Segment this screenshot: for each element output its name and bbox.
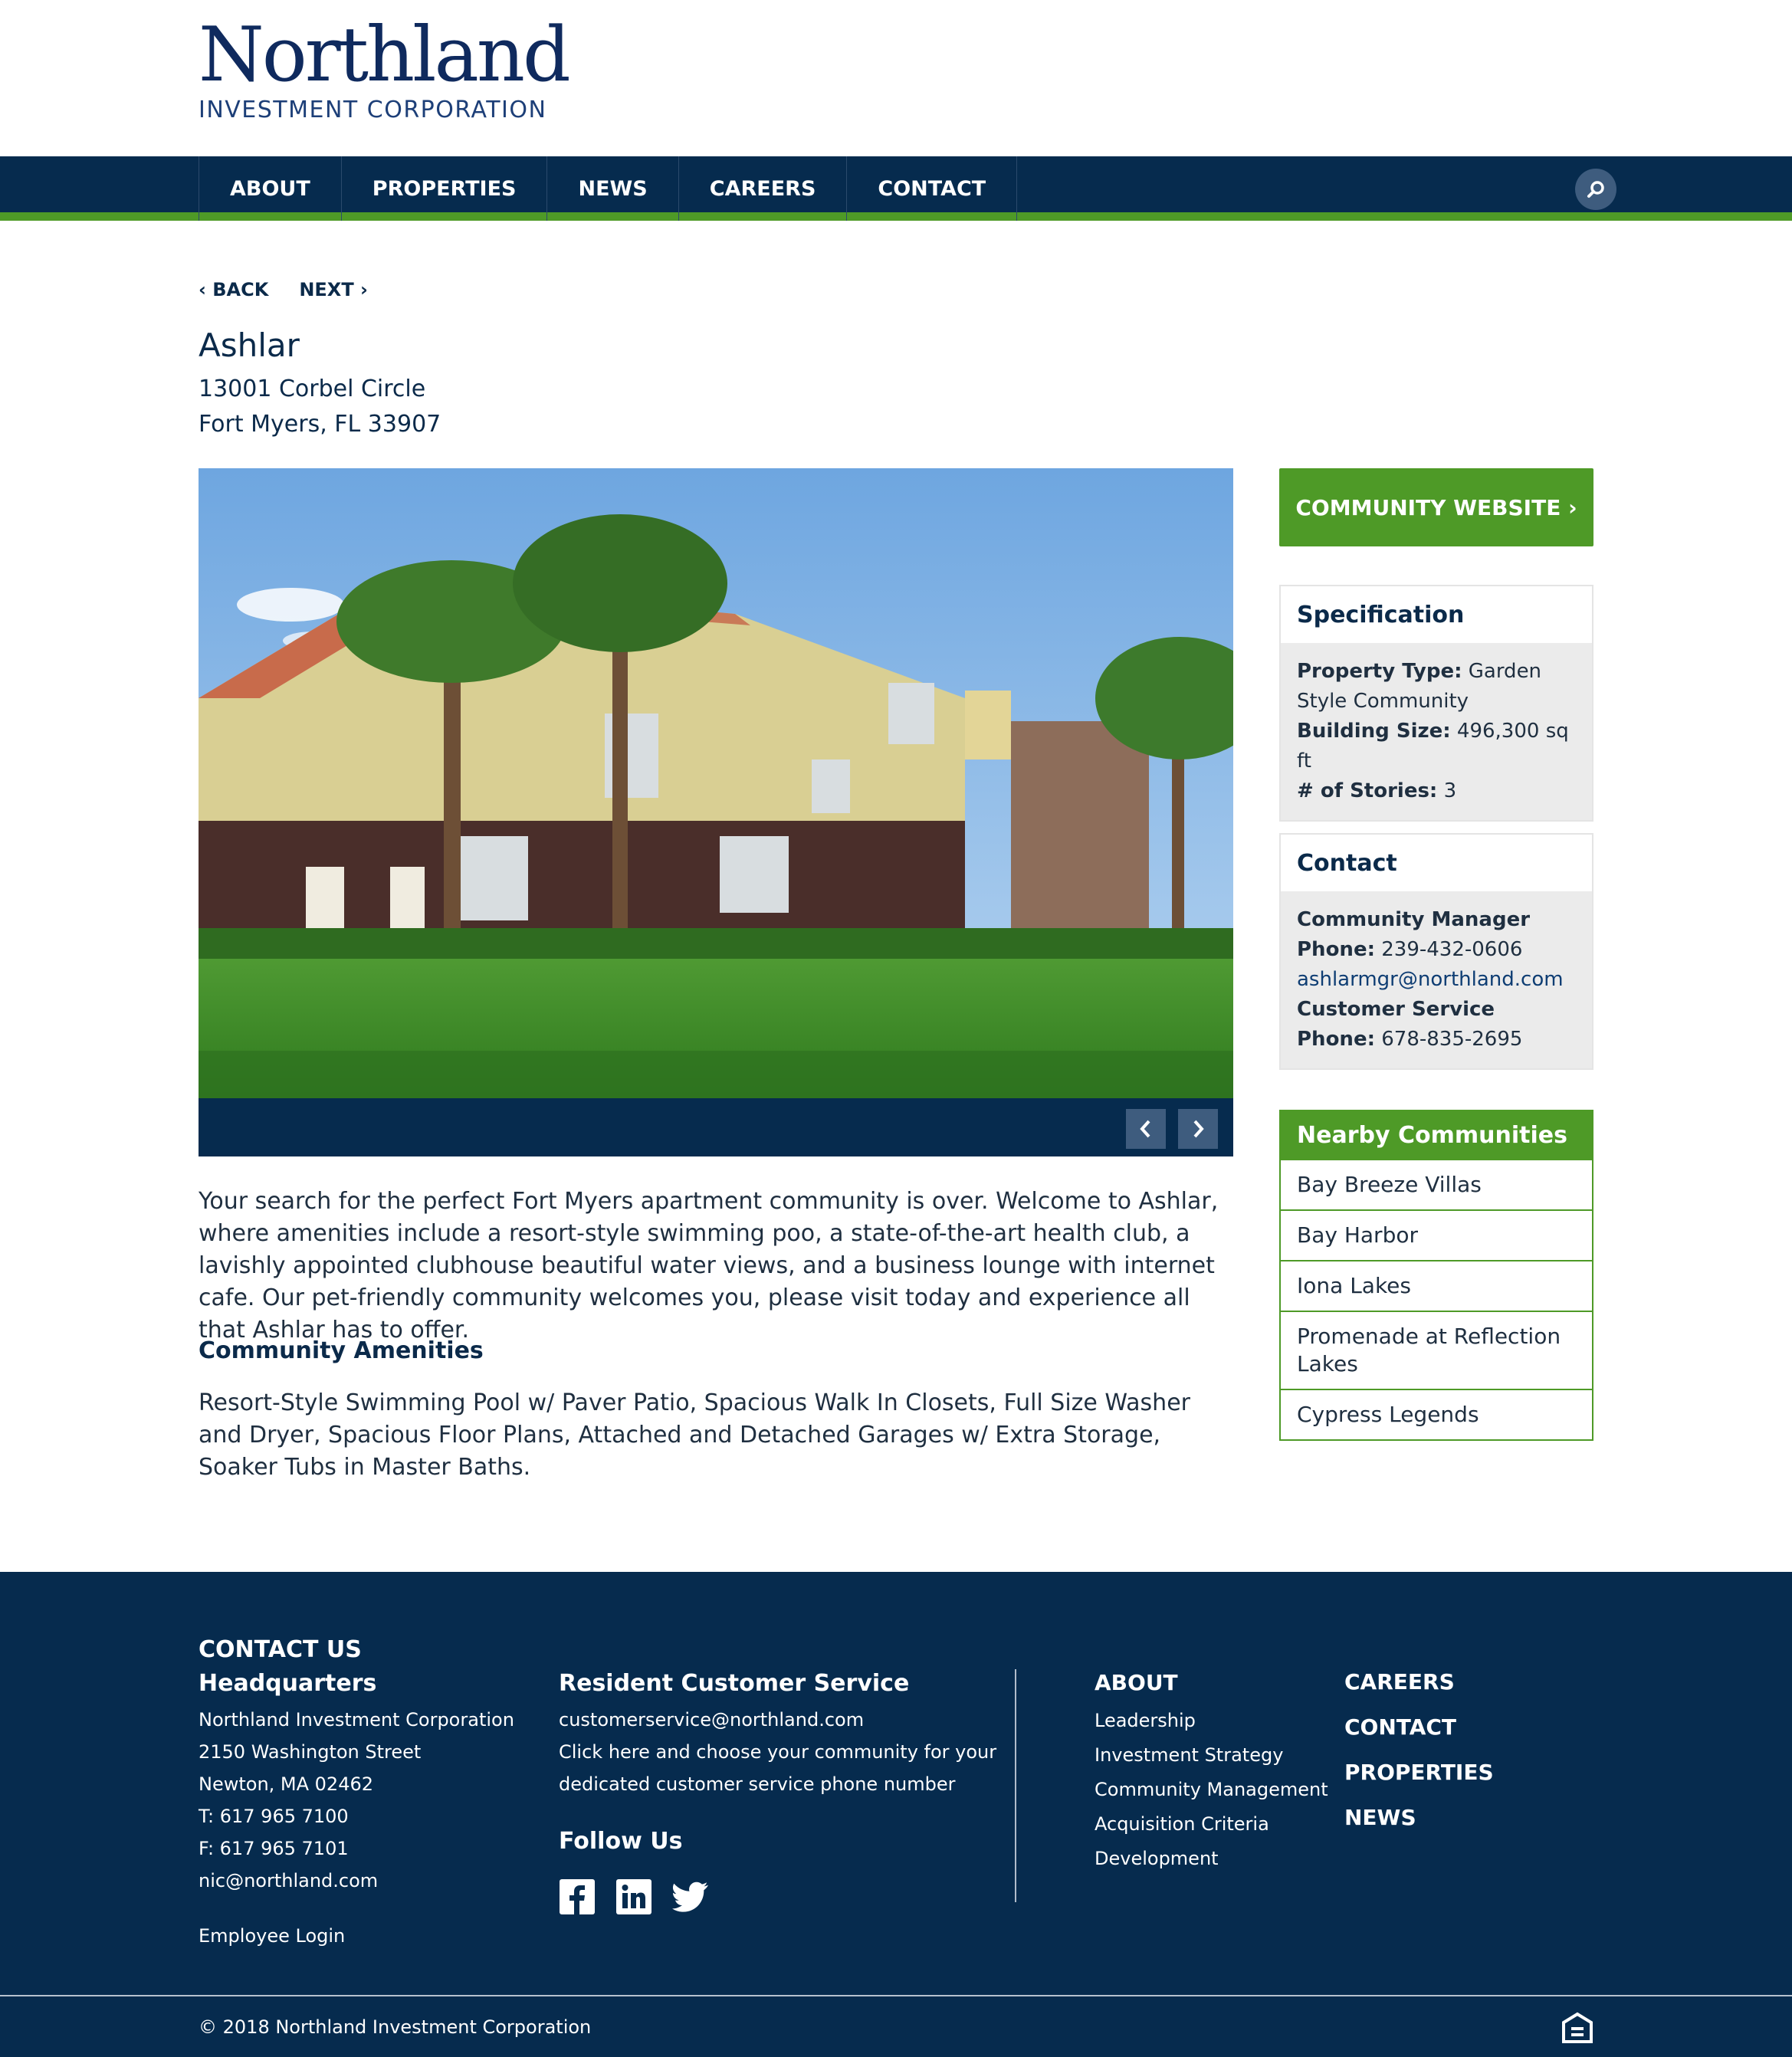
footer-about-sublink[interactable]: Development (1095, 1842, 1328, 1876)
equal-housing-icon (1562, 2012, 1593, 2043)
nearby-community-link[interactable]: Iona Lakes (1281, 1260, 1592, 1311)
footer-rcs-email-link[interactable]: customerservice@northland.com (559, 1704, 996, 1736)
copyright: © 2018 Northland Investment Corporation (199, 2016, 592, 2038)
footer-hq-heading: Headquarters (199, 1670, 377, 1697)
footer-bottom-divider (0, 1995, 1792, 1996)
nearby-community-link[interactable]: Promenade at Reflection Lakes (1281, 1311, 1592, 1389)
footer-divider (1015, 1669, 1016, 1902)
contact-heading: Contact (1281, 835, 1592, 891)
nearby-communities-heading: Nearby Communities (1281, 1111, 1592, 1159)
manager-email-link[interactable]: ashlarmgr@northland.com (1297, 965, 1576, 995)
back-link[interactable]: ‹ BACK (199, 279, 268, 300)
next-link[interactable]: NEXT › (299, 279, 368, 300)
cs-phone-label: Phone: (1297, 1028, 1375, 1051)
footer-hq-line: 2150 Washington Street (199, 1741, 422, 1763)
footer-about-sublink[interactable]: Investment Strategy (1095, 1738, 1328, 1773)
photo-prev-button[interactable] (1126, 1109, 1166, 1149)
footer-follow-heading: Follow Us (559, 1828, 683, 1855)
property-type-label: Property Type: (1297, 660, 1462, 683)
chevron-right-icon (1193, 1120, 1204, 1138)
manager-phone-label: Phone: (1297, 938, 1375, 961)
community-website-button[interactable]: COMMUNITY WEBSITE › (1279, 468, 1593, 546)
specification-heading: Specification (1281, 586, 1592, 643)
property-address-line2: Fort Myers, FL 33907 (199, 411, 441, 438)
nav-item-properties[interactable]: PROPERTIES (342, 156, 548, 221)
equal-housing-logo (1561, 2012, 1593, 2047)
facebook-icon (560, 1879, 595, 1914)
search-icon (1587, 181, 1604, 198)
footer-about-sublink[interactable]: Community Management (1095, 1773, 1328, 1807)
nearby-community-link[interactable]: Cypress Legends (1281, 1389, 1592, 1439)
twitter-icon (672, 1881, 709, 1912)
property-title: Ashlar (199, 326, 300, 364)
nav-item-careers[interactable]: CAREERS (679, 156, 848, 221)
contact-panel: Contact Community Manager Phone: 239-432… (1279, 833, 1593, 1070)
amenities-heading: Community Amenities (199, 1337, 484, 1364)
footer-hq-line: Northland Investment Corporation (199, 1709, 514, 1731)
linkedin-link[interactable] (615, 1878, 652, 1915)
property-photo-illustration (199, 468, 1233, 1098)
nav-item-news[interactable]: NEWS (547, 156, 679, 221)
main-nav: ABOUT PROPERTIES NEWS CAREERS CONTACT (0, 156, 1792, 221)
specification-panel: Specification Property Type: Garden Styl… (1279, 585, 1593, 822)
pager: ‹ BACK NEXT › (199, 279, 368, 300)
footer-hq-line: F: 617 965 7101 (199, 1838, 349, 1859)
footer-contact-us: CONTACT US (199, 1636, 362, 1663)
logo-wordmark: Northland (199, 11, 571, 99)
specification-body: Property Type: Garden Style Community Bu… (1281, 643, 1592, 820)
footer-contact-link[interactable]: CONTACT (1344, 1704, 1494, 1750)
footer-rcs-line[interactable]: dedicated customer service phone number (559, 1768, 996, 1800)
footer-news-link[interactable]: NEWS (1344, 1795, 1494, 1840)
footer-rcs-line[interactable]: Click here and choose your community for… (559, 1736, 996, 1768)
footer-rcs-heading: Resident Customer Service (559, 1670, 910, 1697)
nav-item-about[interactable]: ABOUT (199, 156, 342, 221)
footer-hq-email-link[interactable]: nic@northland.com (199, 1865, 514, 1897)
footer-about-sublink[interactable]: Leadership (1095, 1704, 1328, 1738)
footer-about-link[interactable]: ABOUT (1095, 1670, 1178, 1695)
footer-about-links: Leadership Investment Strategy Community… (1095, 1704, 1328, 1876)
search-button[interactable] (1575, 169, 1616, 210)
footer-hq-line: T: 617 965 7100 (199, 1806, 349, 1827)
contact-body: Community Manager Phone: 239-432-0606 as… (1281, 891, 1592, 1068)
social-links (559, 1878, 709, 1915)
linkedin-icon (616, 1879, 651, 1914)
stories-value: 3 (1437, 779, 1457, 802)
footer-properties-link[interactable]: PROPERTIES (1344, 1750, 1494, 1795)
property-address-line1: 13001 Corbel Circle (199, 376, 426, 402)
photo-next-button[interactable] (1178, 1109, 1218, 1149)
footer-careers-link[interactable]: CAREERS (1344, 1659, 1494, 1704)
logo-subtitle: INVESTMENT CORPORATION (199, 97, 547, 123)
stories-label: # of Stories: (1297, 779, 1438, 802)
facebook-link[interactable] (559, 1878, 596, 1915)
community-manager-label: Community Manager (1297, 908, 1531, 931)
photo-controls (199, 1098, 1233, 1156)
property-photo (199, 468, 1233, 1098)
chevron-left-icon (1140, 1120, 1150, 1138)
footer-hq-line: Newton, MA 02462 (199, 1773, 374, 1795)
customer-service-label: Customer Service (1297, 998, 1495, 1021)
amenities-text: Resort-Style Swimming Pool w/ Paver Pati… (199, 1389, 1190, 1481)
nearby-communities-panel: Nearby Communities Bay Breeze Villas Bay… (1279, 1110, 1593, 1441)
nav-item-contact[interactable]: CONTACT (847, 156, 1018, 221)
nav-items: ABOUT PROPERTIES NEWS CAREERS CONTACT (199, 156, 1018, 221)
property-description: Your search for the perfect Fort Myers a… (199, 1188, 1219, 1343)
footer-right-links: CAREERS CONTACT PROPERTIES NEWS (1344, 1669, 1494, 1840)
twitter-link[interactable] (672, 1878, 709, 1915)
footer-rcs-body: customerservice@northland.com Click here… (559, 1704, 996, 1800)
nearby-community-link[interactable]: Bay Harbor (1281, 1209, 1592, 1260)
footer: CONTACT US Headquarters Northland Invest… (0, 1572, 1792, 2057)
footer-hq-address: Northland Investment Corporation 2150 Wa… (199, 1704, 514, 1897)
logo[interactable]: Northland INVESTMENT CORPORATION (199, 11, 571, 123)
building-size-label: Building Size: (1297, 720, 1451, 743)
manager-phone: 239-432-0606 (1374, 938, 1523, 961)
employee-login-link[interactable]: Employee Login (199, 1920, 345, 1952)
nearby-community-link[interactable]: Bay Breeze Villas (1281, 1159, 1592, 1209)
footer-about-sublink[interactable]: Acquisition Criteria (1095, 1807, 1328, 1842)
cs-phone: 678-835-2695 (1374, 1028, 1523, 1051)
